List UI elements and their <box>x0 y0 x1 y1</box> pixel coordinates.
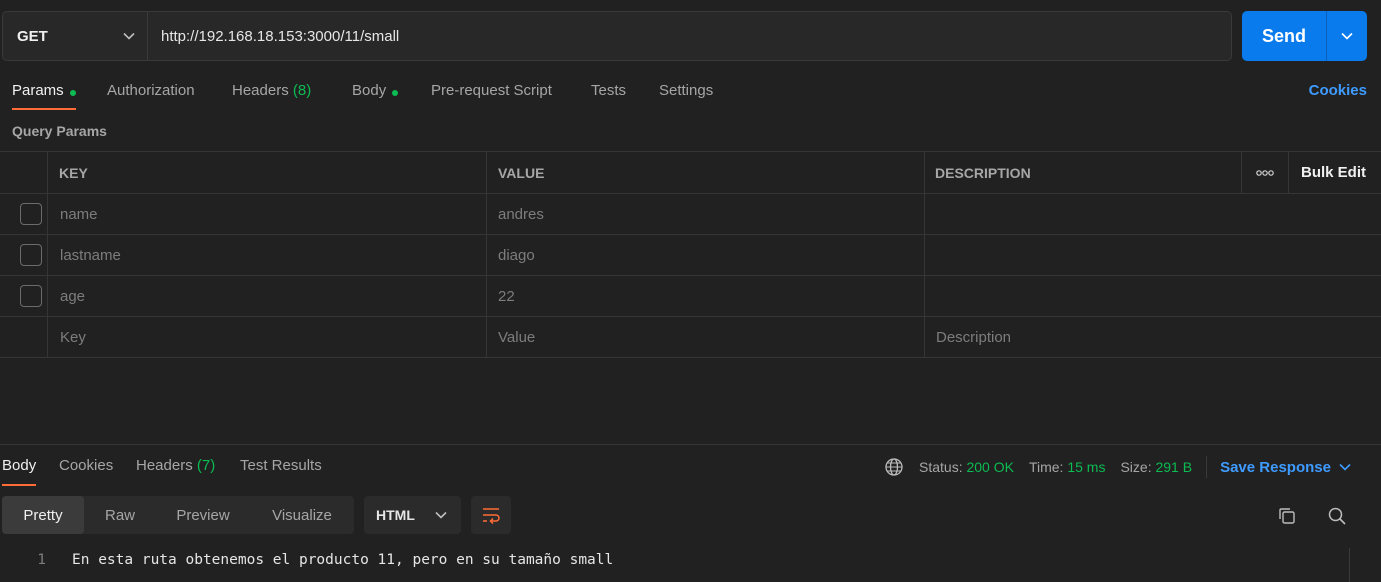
format-label: HTML <box>376 507 415 523</box>
column-description-header: DESCRIPTION <box>935 164 1031 181</box>
send-options-button[interactable] <box>1326 11 1367 61</box>
view-mode-visualize[interactable]: Visualize <box>250 496 354 534</box>
url-text: http://192.168.18.153:3000/11/small <box>161 27 400 45</box>
time-label: Time: <box>1028 459 1064 475</box>
status-separator <box>1206 456 1208 478</box>
row-checkbox[interactable] <box>20 285 42 307</box>
save-response-button[interactable]: Save Response <box>1220 459 1351 476</box>
tab-settings[interactable]: Settings <box>659 78 713 110</box>
size-label: Size: <box>1120 459 1152 475</box>
param-key[interactable]: lastname <box>60 235 121 275</box>
table-row: age 22 <box>0 276 1381 317</box>
chevron-down-icon <box>435 511 447 519</box>
param-key[interactable]: age <box>60 276 85 316</box>
send-button[interactable]: Send <box>1242 11 1326 61</box>
status-label: Status: <box>919 459 963 475</box>
chevron-down-icon <box>1339 463 1351 471</box>
table-row: lastname diago <box>0 235 1381 276</box>
tab-pre-request-label: Pre-request Script <box>431 82 552 99</box>
more-options-button[interactable] <box>1242 152 1288 193</box>
view-mode-pretty[interactable]: Pretty <box>2 496 84 534</box>
wrap-lines-button[interactable] <box>471 496 511 534</box>
search-button[interactable] <box>1325 504 1349 528</box>
tab-params-label: Params <box>12 82 64 99</box>
param-description[interactable] <box>936 194 1376 234</box>
param-description[interactable] <box>936 235 1376 275</box>
bulk-edit-button[interactable]: Bulk Edit <box>1301 152 1366 193</box>
method-select[interactable]: GET <box>3 12 148 60</box>
row-checkbox[interactable] <box>20 244 42 266</box>
column-key-header: KEY <box>59 164 88 181</box>
status-value[interactable]: 200 OK <box>966 459 1013 475</box>
response-tab-test-results[interactable]: Test Results <box>240 450 322 486</box>
tab-headers[interactable]: Headers (8) <box>232 78 311 110</box>
tab-authorization-label: Authorization <box>107 82 195 99</box>
line-number: 1 <box>37 552 46 568</box>
table-row-new: Key Value Description <box>0 317 1381 358</box>
scrollbar[interactable] <box>1349 548 1350 582</box>
response-tabs: Body Cookies Headers (7) Test Results <box>0 450 880 486</box>
response-tab-body[interactable]: Body <box>2 450 37 486</box>
send-button-group: Send <box>1242 11 1367 61</box>
tab-authorization[interactable]: Authorization <box>107 78 195 110</box>
view-mode-preview[interactable]: Preview <box>156 496 250 534</box>
tab-params[interactable]: Params <box>12 78 76 110</box>
query-params-title: Query Params <box>12 123 107 139</box>
globe-icon[interactable] <box>884 457 904 477</box>
chevron-down-icon <box>123 32 135 40</box>
tab-tests[interactable]: Tests <box>591 78 626 110</box>
response-divider[interactable] <box>0 444 1381 445</box>
tab-body[interactable]: Body <box>352 78 399 110</box>
param-description[interactable] <box>936 276 1376 316</box>
more-horizontal-icon <box>1256 169 1274 176</box>
new-description-input[interactable]: Description <box>936 317 1011 357</box>
copy-button[interactable] <box>1275 504 1299 528</box>
search-icon <box>1328 507 1346 525</box>
save-response-label: Save Response <box>1220 458 1331 476</box>
response-body-text[interactable]: En esta ruta obtenemos el producto 11, p… <box>46 552 613 568</box>
new-key-input[interactable]: Key <box>60 317 86 357</box>
body-indicator-dot <box>392 90 399 96</box>
url-input[interactable]: http://192.168.18.153:3000/11/small <box>148 12 1231 60</box>
headers-count: (8) <box>292 82 312 99</box>
response-code-line: 1 En esta ruta obtenemos el producto 11,… <box>0 549 1350 571</box>
tab-settings-label: Settings <box>659 82 714 99</box>
param-value[interactable]: andres <box>498 194 544 234</box>
column-value-header: VALUE <box>498 164 545 181</box>
view-mode-raw[interactable]: Raw <box>84 496 156 534</box>
table-header-row: KEY VALUE DESCRIPTION Bulk Edit <box>0 151 1381 194</box>
tab-body-label: Body <box>352 82 387 99</box>
view-mode-selector: Pretty Raw Preview Visualize <box>2 496 354 534</box>
param-key[interactable]: name <box>60 194 98 234</box>
tab-pre-request-script[interactable]: Pre-request Script <box>431 78 552 110</box>
params-indicator-dot <box>69 90 76 96</box>
time-value[interactable]: 15 ms <box>1067 459 1105 475</box>
response-tab-headers[interactable]: Headers (7) <box>136 450 215 486</box>
response-headers-count: (7) <box>196 457 216 474</box>
cookies-link[interactable]: Cookies <box>1309 82 1367 99</box>
param-value[interactable]: 22 <box>498 276 515 316</box>
format-select[interactable]: HTML <box>364 496 461 534</box>
table-row: name andres <box>0 194 1381 235</box>
chevron-down-icon <box>1341 32 1353 40</box>
query-params-table: KEY VALUE DESCRIPTION Bulk Edit name and… <box>0 151 1381 358</box>
request-tabs: Params Authorization Headers (8) Body Pr… <box>0 78 1381 110</box>
response-headers-label: Headers <box>136 457 193 474</box>
copy-icon <box>1279 508 1295 524</box>
param-value[interactable]: diago <box>498 235 535 275</box>
wrap-lines-icon <box>483 508 500 524</box>
row-checkbox[interactable] <box>20 203 42 225</box>
response-tab-cookies[interactable]: Cookies <box>59 450 113 486</box>
request-url-bar: GET http://192.168.18.153:3000/11/small <box>2 11 1232 61</box>
response-status-bar: Status: 200 OK Time: 15 ms Size: 291 B S… <box>884 456 1351 478</box>
method-label: GET <box>17 27 48 45</box>
new-value-input[interactable]: Value <box>498 317 535 357</box>
tab-headers-label: Headers <box>232 82 289 99</box>
size-value[interactable]: 291 B <box>1155 459 1192 475</box>
tab-tests-label: Tests <box>591 82 627 99</box>
